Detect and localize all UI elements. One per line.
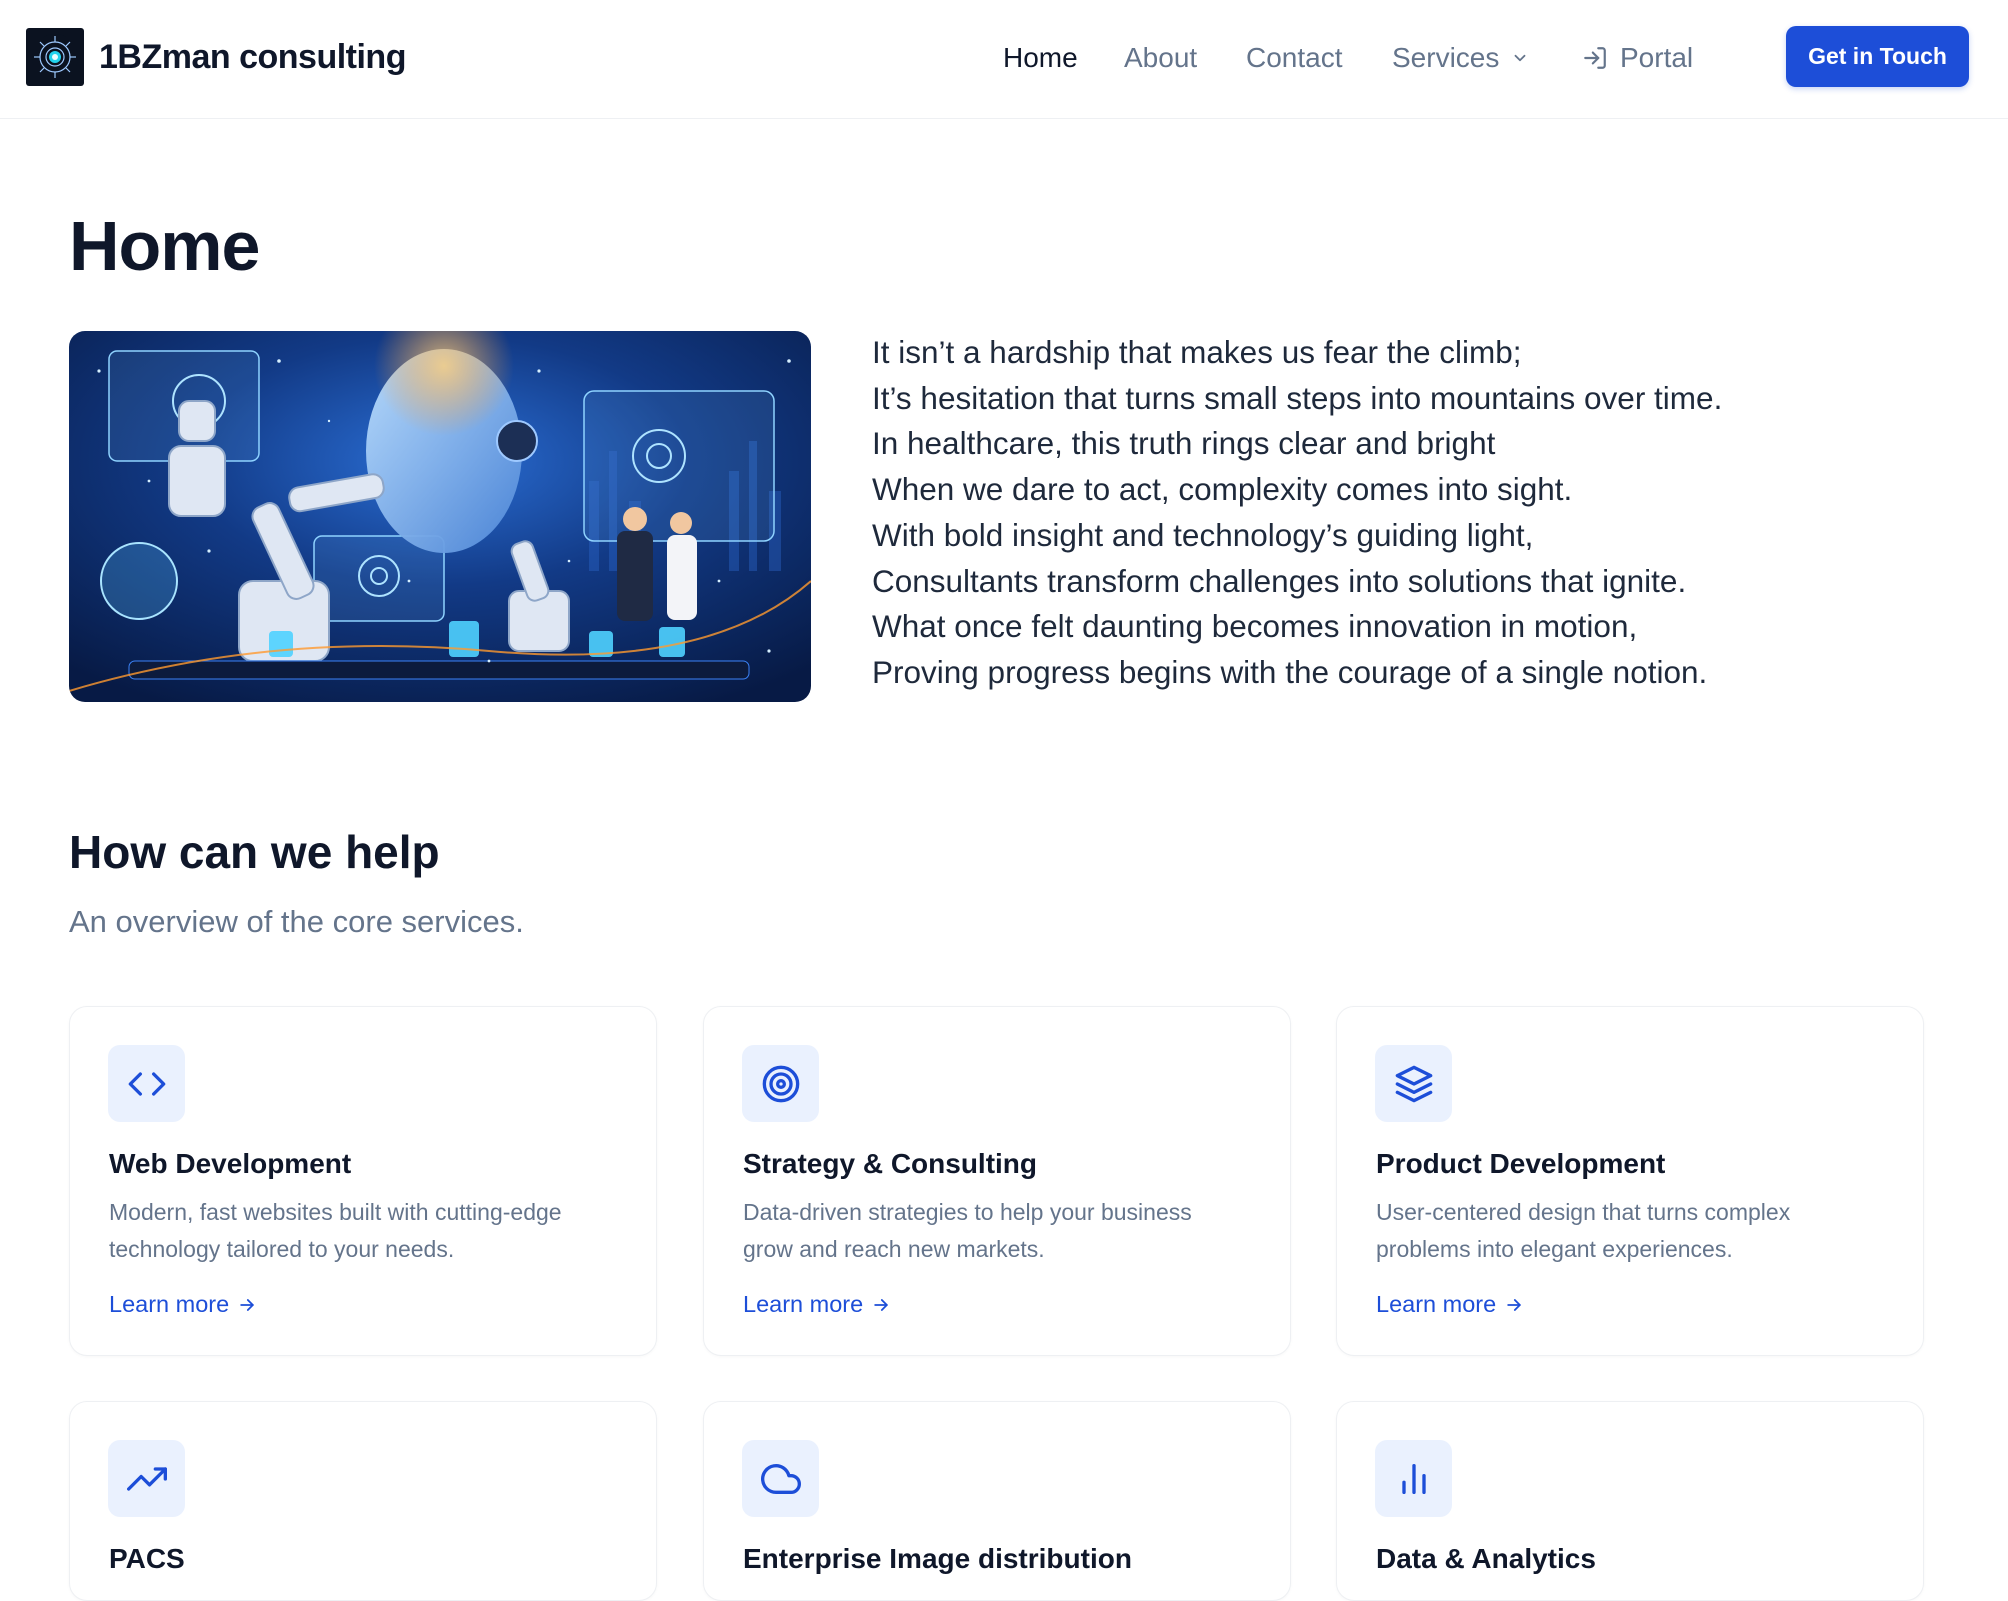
service-card-product-development[interactable]: Product Development User-centered design…: [1336, 1006, 1924, 1356]
card-title: Web Development: [109, 1148, 352, 1179]
learn-more-label: Learn more: [1376, 1291, 1497, 1317]
poem-line: With bold insight and technology’s guidi…: [872, 516, 1534, 553]
poem-line: It isn’t a hardship that makes us fear t…: [872, 334, 1522, 370]
service-card-enterprise-image-distribution[interactable]: Enterprise Image distribution: [703, 1401, 1291, 1601]
learn-more-link[interactable]: Learn more: [743, 1291, 891, 1318]
nav-home[interactable]: Home: [1003, 38, 1078, 78]
service-card-pacs[interactable]: PACS: [69, 1401, 657, 1601]
learn-more-label: Learn more: [109, 1291, 230, 1317]
target-icon: [762, 1065, 799, 1102]
page-title: Home: [69, 207, 260, 285]
card-title: Enterprise Image distribution: [743, 1543, 1132, 1574]
hero-illustration: [69, 331, 811, 702]
cloud-icon: [760, 1463, 801, 1494]
card-title: Data & Analytics: [1376, 1543, 1596, 1574]
service-card-data-analytics[interactable]: Data & Analytics: [1336, 1401, 1924, 1601]
card-description: Data-driven strategies to help your busi…: [743, 1194, 1263, 1268]
learn-more-label: Learn more: [743, 1291, 864, 1317]
nav-contact[interactable]: Contact: [1246, 38, 1343, 78]
learn-more-link[interactable]: Learn more: [109, 1291, 257, 1318]
card-description-line: technology tailored to your needs.: [109, 1236, 455, 1262]
brand[interactable]: 1BZman consulting: [26, 28, 406, 86]
chevron-down-icon: [1514, 54, 1526, 62]
card-description: Modern, fast websites built with cutting…: [109, 1194, 629, 1268]
trending-up-icon: [126, 1466, 167, 1491]
log-in-icon: [1584, 47, 1606, 69]
card-title: PACS: [109, 1543, 185, 1574]
card-icon-wrapper: [1375, 1045, 1452, 1122]
card-title: Product Development: [1376, 1148, 1666, 1179]
ai-technology-illustration: [69, 331, 811, 702]
card-icon-wrapper: [742, 1440, 819, 1517]
card-icon-wrapper: [108, 1045, 185, 1122]
card-icon-wrapper: [108, 1440, 185, 1517]
poem-line: It’s hesitation that turns small steps i…: [872, 379, 1723, 416]
poem-line: Consultants transform challenges into so…: [872, 562, 1687, 599]
service-card-strategy-consulting[interactable]: Strategy & Consulting Data-driven strate…: [703, 1006, 1291, 1356]
hero-poem: It isn’t a hardship that makes us fear t…: [872, 330, 1972, 696]
card-description-line: Data-driven strategies to help your busi…: [743, 1199, 1192, 1225]
learn-more-link[interactable]: Learn more: [1376, 1291, 1524, 1318]
nav-portal[interactable]: Portal: [1582, 38, 1693, 78]
bar-chart-icon: [1401, 1463, 1426, 1494]
nav-about[interactable]: About: [1124, 38, 1197, 78]
card-description-line: User-centered design that turns complex: [1376, 1199, 1791, 1225]
site-header: 1BZman consulting Home About Contact Ser…: [0, 0, 2008, 119]
card-icon-wrapper: [742, 1045, 819, 1122]
layers-icon: [1395, 1065, 1432, 1102]
card-icon-wrapper: [1375, 1440, 1452, 1517]
nav-services[interactable]: Services: [1392, 38, 1529, 78]
card-description-line: Modern, fast websites built with cutting…: [109, 1199, 562, 1225]
service-card-web-development[interactable]: Web Development Modern, fast websites bu…: [69, 1006, 657, 1356]
nav-services-label: Services: [1392, 42, 1500, 73]
arrow-right-icon: [874, 1298, 888, 1311]
card-description-line: problems into elegant experiences.: [1376, 1236, 1733, 1262]
code-icon: [128, 1071, 165, 1096]
arrow-right-icon: [240, 1298, 254, 1311]
card-description-line: grow and reach new markets.: [743, 1236, 1045, 1262]
brand-logo[interactable]: [26, 28, 84, 86]
poem-line: In healthcare, this truth rings clear an…: [872, 425, 1496, 462]
gear-logo-icon: [32, 34, 78, 80]
poem-line: Proving progress begins with the courage…: [872, 653, 1708, 690]
services-section-subtitle: An overview of the core services.: [69, 904, 524, 939]
arrow-right-icon: [1507, 1298, 1521, 1311]
card-description: User-centered design that turns complex …: [1376, 1194, 1896, 1268]
poem-line: What once felt daunting becomes innovati…: [872, 608, 1638, 645]
nav-portal-label: Portal: [1620, 42, 1694, 73]
card-title: Strategy & Consulting: [743, 1148, 1038, 1179]
services-section-title: How can we help: [69, 826, 440, 878]
get-in-touch-button[interactable]: Get in Touch: [1786, 26, 1969, 87]
brand-name[interactable]: 1BZman consulting: [99, 38, 406, 77]
poem-line: When we dare to act, complexity comes in…: [872, 471, 1573, 508]
